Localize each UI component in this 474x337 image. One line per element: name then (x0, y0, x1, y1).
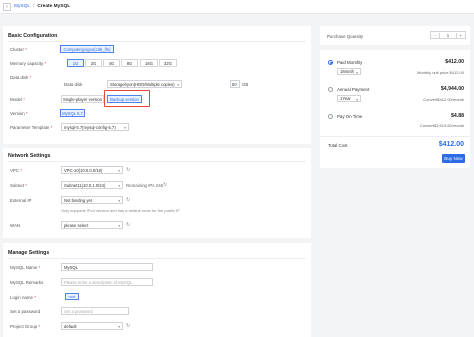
total-cost-value: $412.00 (438, 141, 464, 148)
paid-monthly-note: Monthly unit price $412.00 (417, 70, 464, 75)
chevron-down-icon: ▾ (124, 126, 126, 130)
annual-payment-note: Convert$412.00/month (423, 97, 464, 102)
pay-on-time-price: $4.88 (451, 113, 464, 119)
refresh-icon[interactable]: ↻ (126, 197, 130, 203)
wan-label: WAN (10, 223, 21, 228)
subnet-select[interactable]: Subnet11(10.0.1.0/24) ▾ (61, 181, 123, 189)
chevron-down-icon: ▾ (118, 199, 120, 203)
basic-config-panel: Basic Configuration Cluster * Computerjy… (3, 26, 311, 144)
purchase-quantity-label: Purchase Quantity (327, 34, 364, 39)
breadcrumb-separator: / (33, 4, 35, 9)
mysql-name-label: MySQL Name * (10, 265, 41, 270)
chevron-down-icon: ▾ (118, 169, 120, 173)
eip-select[interactable]: Not binding yet ▾ (61, 196, 123, 204)
annual-payment-label: Annual Payment (337, 87, 370, 92)
highlight-box (104, 90, 150, 107)
divider (320, 136, 470, 137)
mysql-name-input[interactable]: MySQL (61, 263, 153, 271)
chevron-down-icon: ▾ (118, 224, 120, 228)
mysql-remarks-label: MySQL Remarks (10, 280, 44, 285)
memory-label: Memory capacity * (10, 61, 47, 66)
vpc-select[interactable]: VPC-10(10.0.0.0/16) ▾ (61, 166, 123, 174)
login-name-label: Login name * (10, 295, 36, 300)
vpc-label: VPC * (10, 168, 22, 173)
cluster-label: Cluster * (10, 47, 27, 52)
disk-label: Data disk * (10, 75, 32, 80)
manage-settings-title: Manage Settings (8, 250, 50, 256)
version-option[interactable]: MySQL 5.7 (60, 109, 85, 117)
subnet-label: Subnet * (10, 183, 27, 188)
memory-option-8g[interactable]: 8G (121, 59, 138, 67)
breadcrumb-current: Create MySQL (37, 4, 71, 9)
memory-option-16g[interactable]: 16G (140, 59, 158, 67)
disk-unit: GB (242, 82, 249, 87)
radio-annual-payment[interactable] (328, 87, 333, 92)
chevron-left-icon[interactable]: ‹ (3, 2, 11, 11)
paid-monthly-price: $412.00 (445, 59, 464, 65)
project-group-label: Project Group * (10, 324, 41, 329)
login-name-value[interactable]: root (65, 293, 79, 300)
paid-monthly-period-select[interactable]: 1Month ▾ (337, 68, 361, 75)
chevron-down-icon: ▾ (118, 184, 120, 188)
divider (8, 41, 306, 42)
project-group-select[interactable]: default ▾ (61, 322, 123, 330)
disk-sub-label: Data disk (64, 82, 83, 87)
password-input[interactable]: Set a password (61, 307, 129, 315)
version-label: Version * (10, 111, 28, 116)
chevron-down-icon: ▾ (118, 325, 120, 329)
memory-option-4g[interactable]: 4G (103, 59, 120, 67)
buy-now-button[interactable]: Buy Now (442, 154, 465, 163)
total-cost-label: Total Cost (328, 143, 348, 148)
refresh-icon[interactable]: ↻ (126, 323, 130, 329)
quantity-input[interactable]: 1 (440, 33, 455, 38)
eip-label: External IP (10, 198, 32, 203)
pay-on-time-note: Convert$3,513.60/month (419, 123, 464, 128)
chevron-down-icon: ▾ (356, 71, 358, 75)
pricing-panel: Paid Monthly $412.00 1Month ▾ Monthly uni… (320, 50, 470, 168)
radio-pay-on-time[interactable] (328, 114, 333, 119)
chevron-down-icon: ▾ (356, 98, 358, 102)
memory-option-2g[interactable]: 2G (85, 59, 102, 67)
disk-type-select[interactable]: Storagehyon(HDD/Multiple copies) ▾ (107, 80, 182, 88)
annual-payment-price: $4,944.00 (440, 86, 464, 92)
breadcrumb-parent[interactable]: MySQL (14, 4, 30, 9)
network-settings-panel: Network Settings VPC * VPC-10(10.0.0.0/1… (3, 148, 311, 238)
refresh-icon[interactable]: ↻ (163, 182, 167, 188)
mysql-remarks-input[interactable]: Please enter a description of MySQL (61, 278, 153, 286)
chevron-down-icon: ▾ (177, 83, 179, 87)
template-select[interactable]: mysql-5.7(mysql-config-5.7) ▾ (61, 123, 129, 131)
wan-select[interactable]: please select ▾ (61, 221, 123, 229)
divider (8, 161, 306, 162)
top-bar: ‹ MySQL / Create MySQL (0, 0, 474, 14)
memory-option-1g[interactable]: 1G (67, 59, 84, 67)
password-label: Set a password (10, 309, 41, 314)
divider (8, 258, 306, 259)
refresh-icon[interactable]: ↻ (126, 222, 130, 228)
memory-option-32g[interactable]: 32G (159, 59, 177, 67)
template-label: Parameter Template * (10, 125, 53, 130)
model-option-single[interactable]: Single-player version (61, 95, 104, 103)
quantity-minus-button[interactable]: - (431, 32, 441, 38)
pay-on-time-label: Pay On Time (337, 114, 363, 119)
network-settings-title: Network Settings (8, 153, 51, 159)
subnet-remaining: Remaining IPs 246 (126, 183, 164, 188)
paid-monthly-label: Paid Monthly (337, 60, 363, 65)
annual-payment-period-select[interactable]: 1Year ▾ (337, 95, 361, 102)
eip-hint: Only supports IPv4 version and has a def… (61, 208, 180, 213)
quantity-stepper: - 1 + (430, 31, 466, 39)
radio-paid-monthly[interactable] (328, 60, 333, 65)
cluster-option[interactable]: Computerjyogoo(cd6_lfn) (60, 45, 114, 53)
refresh-icon[interactable]: ↻ (126, 167, 130, 173)
disk-size-input[interactable]: 50 (230, 80, 240, 88)
model-label: Model * (10, 97, 25, 102)
manage-settings-panel: Manage Settings MySQL Name * MySQL MySQL… (3, 243, 311, 337)
purchase-quantity-panel: Purchase Quantity - 1 + (320, 26, 470, 45)
quantity-plus-button[interactable]: + (455, 32, 465, 38)
basic-config-title: Basic Configuration (8, 33, 58, 39)
